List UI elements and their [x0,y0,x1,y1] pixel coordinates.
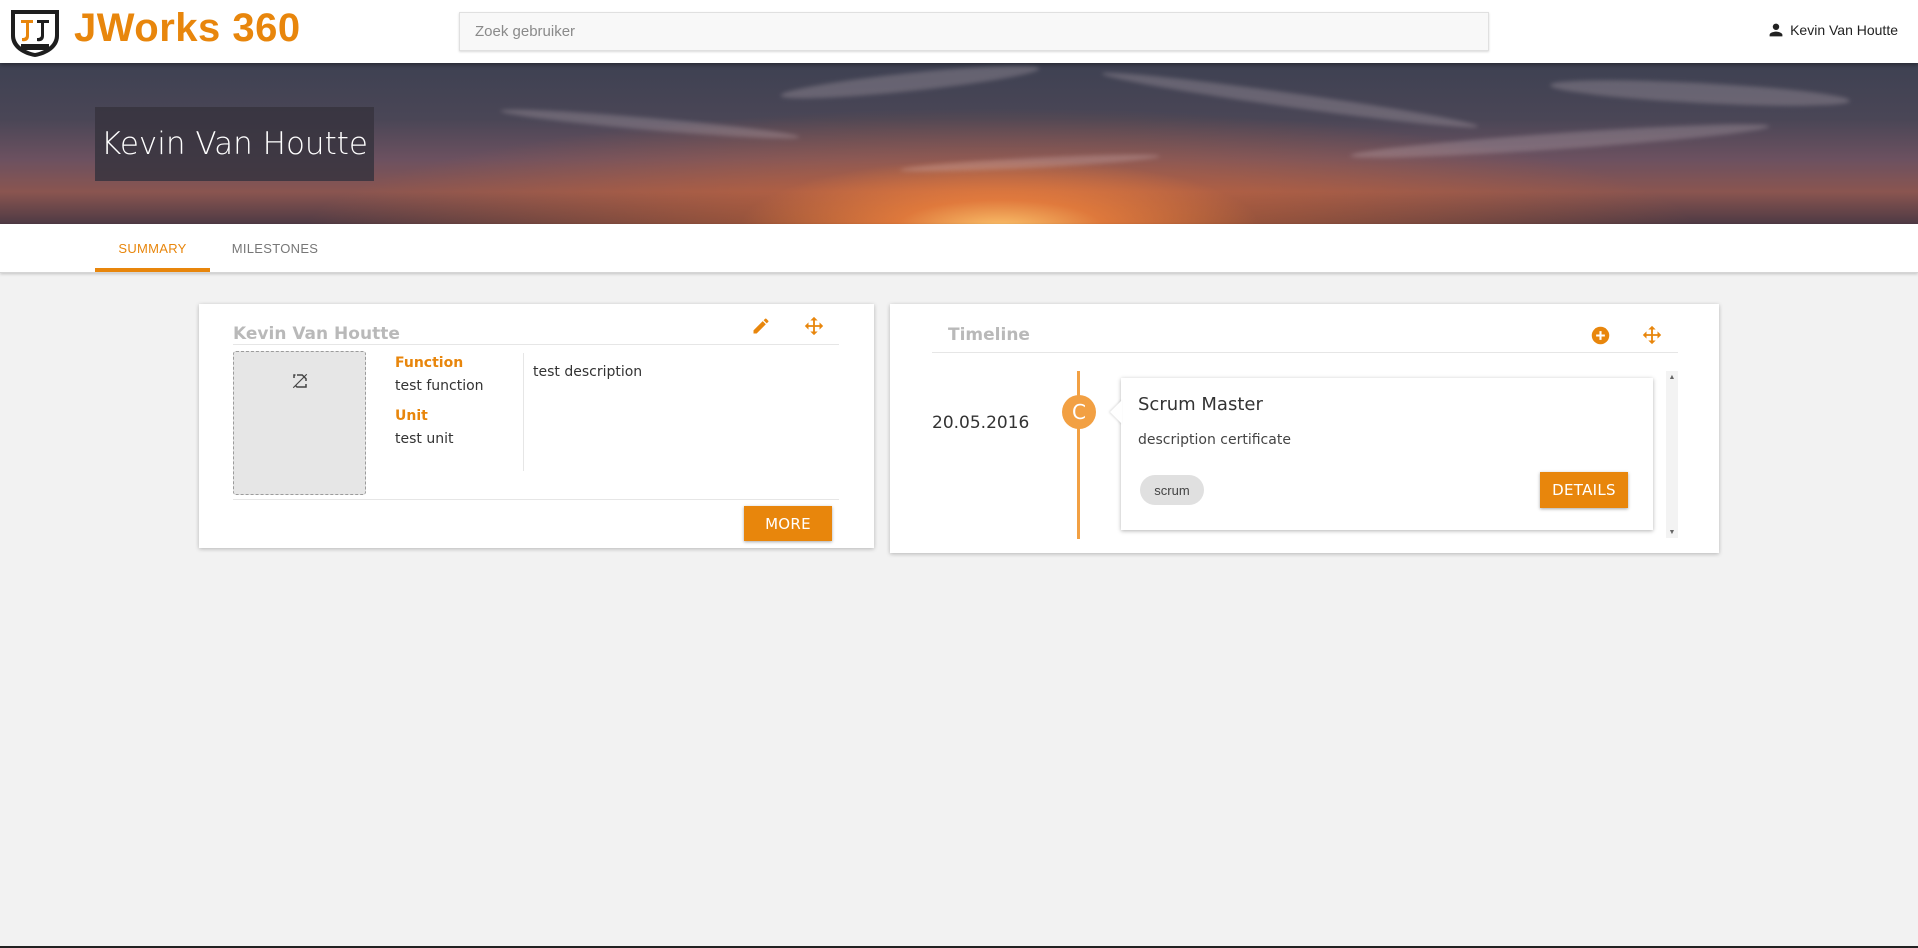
timeline-entry-description: description certificate [1138,432,1291,448]
certificate-badge-icon: C [1062,395,1096,429]
move-arrows-icon [804,316,824,336]
summary-footer-divider [233,499,839,500]
broken-image-icon [292,373,308,389]
timeline-entry-date: 20.05.2016 [932,413,1030,433]
app-title[interactable]: JWorks 360 [74,6,301,51]
timeline-card-divider [932,352,1678,353]
scroll-up-arrow-icon[interactable]: ▲ [1666,371,1678,383]
jworks-logo[interactable] [7,6,63,58]
move-timeline-card-button[interactable] [1640,323,1664,347]
edit-button[interactable] [750,315,772,337]
user-menu[interactable]: Kevin Van Houtte [1768,22,1898,38]
user-menu-name: Kevin Van Houtte [1790,22,1898,38]
move-card-button[interactable] [803,315,825,337]
unit-value: test unit [395,431,454,447]
top-bar: JWorks 360 Kevin Van Houtte [0,0,1918,63]
tab-milestones[interactable]: MILESTONES [225,224,325,272]
avatar[interactable] [233,351,366,495]
summary-card-title: Kevin Van Houtte [233,324,400,344]
details-button[interactable]: DETAILS [1540,472,1628,508]
timeline-scrollbar[interactable]: ▲ ▼ [1666,371,1678,538]
plus-circle-icon [1591,326,1609,344]
pencil-icon [753,318,769,334]
tab-bar: SUMMARY MILESTONES [0,224,1918,273]
timeline-card-pointer [1110,400,1122,424]
move-arrows-icon [1642,325,1662,345]
timeline-entry-title: Scrum Master [1138,394,1263,415]
add-timeline-entry-button[interactable] [1588,323,1612,347]
search-box[interactable] [459,12,1489,51]
scroll-down-arrow-icon[interactable]: ▼ [1666,526,1678,538]
tag-chip[interactable]: scrum [1140,475,1204,505]
function-value: test function [395,378,484,394]
profile-name-heading: Kevin Van Houtte [95,107,374,181]
person-icon [1769,23,1783,37]
more-button[interactable]: MORE [744,506,832,541]
timeline-card-title: Timeline [948,325,1030,345]
tab-summary[interactable]: SUMMARY [95,224,210,272]
description-text: test description [533,364,643,380]
unit-label: Unit [395,408,428,424]
search-input[interactable] [460,13,1488,50]
summary-card-divider [233,344,839,345]
function-label: Function [395,355,464,371]
summary-vertical-divider [523,353,524,471]
